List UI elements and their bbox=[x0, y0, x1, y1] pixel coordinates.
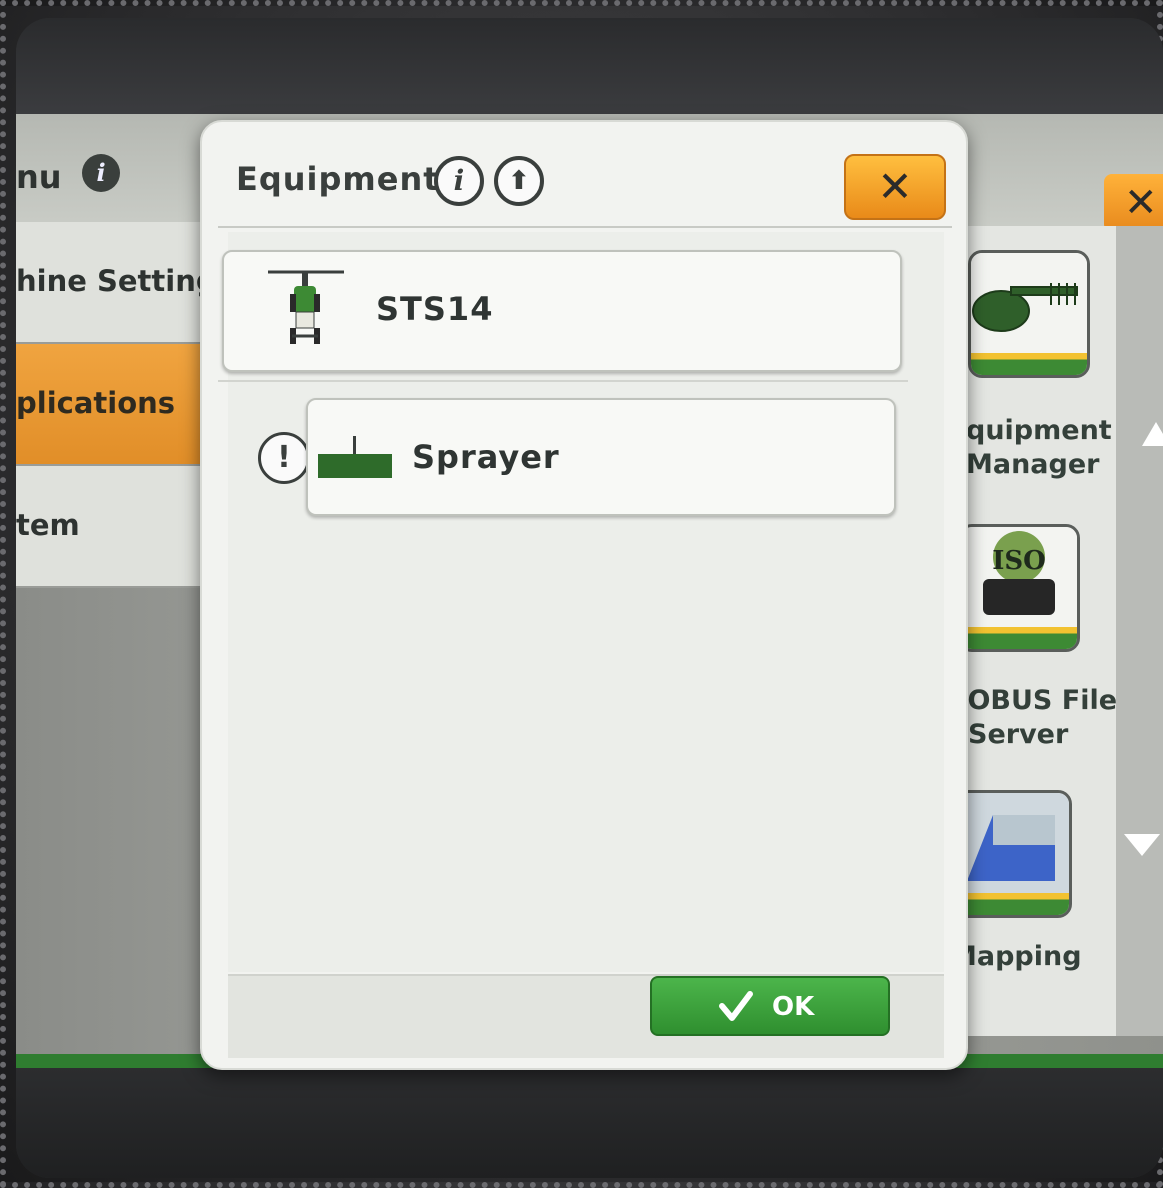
isobus-file-server-label-line2: Server bbox=[968, 719, 1069, 750]
scroll-up-arrow-icon[interactable] bbox=[1142, 422, 1163, 446]
sprayer-tractor-icon bbox=[268, 270, 344, 344]
mapping-label: Mapping bbox=[950, 941, 1082, 972]
screen-bottom-band bbox=[16, 1068, 1163, 1178]
mapping-app-tile[interactable] bbox=[950, 790, 1072, 918]
ok-button[interactable]: OK bbox=[650, 976, 890, 1036]
iso-server-icon: ISO bbox=[961, 527, 1077, 627]
equipment-manager-label-line1: quipment bbox=[966, 415, 1112, 446]
equipment-item-sprayer[interactable]: Sprayer bbox=[306, 398, 896, 516]
background-menu-list: hine Setting plications tem bbox=[16, 222, 204, 588]
background-list-item-applications[interactable]: plications bbox=[16, 344, 204, 466]
equipment-manager-app-tile[interactable] bbox=[968, 250, 1090, 378]
isobus-file-server-app-tile[interactable]: ISO bbox=[958, 524, 1080, 652]
background-scrollbar[interactable] bbox=[1116, 226, 1163, 1036]
help-up-arrow-icon[interactable]: ⬆ bbox=[494, 156, 544, 206]
background-list-item-machine-settings[interactable]: hine Setting bbox=[16, 222, 204, 344]
checkmark-icon bbox=[719, 991, 753, 1021]
disk-harrow-icon bbox=[971, 253, 1087, 353]
equipment-manager-label-line2: Manager bbox=[966, 449, 1100, 480]
scroll-down-arrow-icon[interactable] bbox=[1124, 834, 1160, 856]
dialog-header: Equipment i ⬆ ✕ bbox=[218, 136, 952, 228]
equipment-item-label: STS14 bbox=[376, 290, 494, 328]
close-button[interactable]: ✕ bbox=[844, 154, 946, 220]
ok-label: OK bbox=[772, 992, 815, 1022]
background-menu-title: nu bbox=[16, 158, 62, 196]
map-icon bbox=[953, 793, 1069, 893]
info-icon[interactable]: i bbox=[434, 156, 484, 206]
dialog-divider bbox=[218, 380, 908, 382]
iso-badge-text: ISO bbox=[992, 546, 1046, 576]
equipment-item-sts14[interactable]: STS14 bbox=[222, 250, 902, 372]
equipment-item-label: Sprayer bbox=[412, 438, 560, 476]
warning-icon[interactable]: ! bbox=[258, 432, 310, 484]
screen-top-band bbox=[16, 18, 1163, 114]
equipment-dialog: Equipment i ⬆ ✕ STS14 ! Sprayer OK bbox=[200, 120, 968, 1070]
dialog-title: Equipment bbox=[236, 160, 440, 198]
background-close-button[interactable]: ✕ bbox=[1104, 174, 1163, 232]
background-info-icon[interactable]: i bbox=[82, 154, 120, 192]
background-list-item-system[interactable]: tem bbox=[16, 466, 204, 588]
boom-sprayer-icon bbox=[318, 436, 392, 478]
isobus-file-server-label-line1: SOBUS File bbox=[948, 685, 1118, 716]
